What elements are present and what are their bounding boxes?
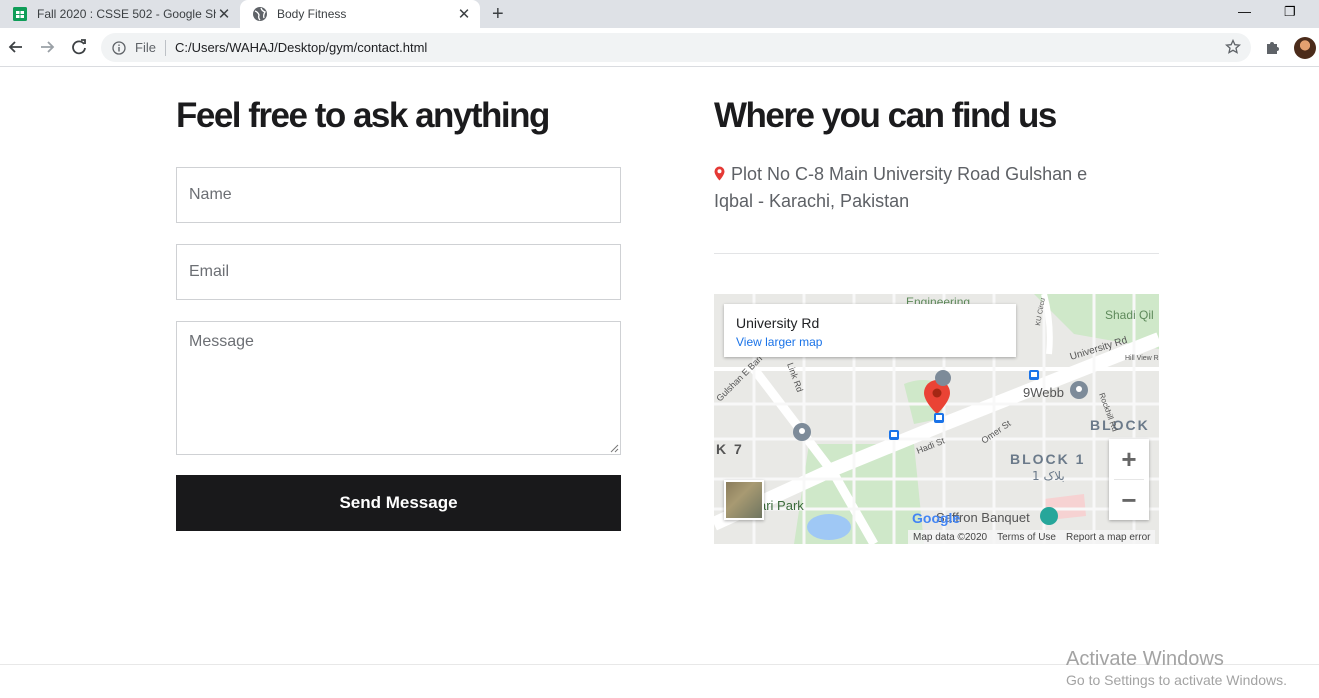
sheets-icon xyxy=(13,7,27,21)
tab-title: Body Fitness xyxy=(277,7,347,21)
tab-body-fitness[interactable]: Body Fitness ✕ xyxy=(240,0,480,28)
location-heading: Where you can find us xyxy=(714,96,1057,135)
info-icon[interactable] xyxy=(112,40,126,55)
resize-grip-icon[interactable] xyxy=(610,444,619,453)
map-data-label: Map data ©2020 xyxy=(913,531,988,543)
google-logo: Google xyxy=(912,510,961,526)
address-block: Plot No C-8 Main University Road Gulshan… xyxy=(714,161,1114,215)
svg-text:BLOCK: BLOCK xyxy=(1090,417,1150,433)
tab-strip: Fall 2020 : CSSE 502 - Google She ✕ Body… xyxy=(0,0,1319,28)
view-larger-map-link[interactable]: View larger map xyxy=(736,335,1004,349)
email-placeholder: Email xyxy=(189,263,230,280)
extensions-puzzle-icon[interactable] xyxy=(1264,38,1282,56)
map-zoom-controls: + − xyxy=(1109,439,1149,520)
zoom-in-button[interactable]: + xyxy=(1109,439,1149,479)
divider xyxy=(714,253,1159,254)
activate-windows-title: Activate Windows xyxy=(1066,648,1224,670)
name-placeholder: Name xyxy=(189,186,232,203)
email-input[interactable]: Email xyxy=(176,244,621,300)
map-place-title: University Rd xyxy=(736,315,820,331)
browser-toolbar: File C:/Users/WAHAJ/Desktop/gym/contact.… xyxy=(0,28,1319,67)
svg-text:بلاک 1: بلاک 1 xyxy=(1032,469,1065,483)
svg-text:ari Park: ari Park xyxy=(759,498,804,513)
embedded-map[interactable]: Engineering University Rd 9Webb BLOCK BL… xyxy=(714,294,1159,544)
profile-avatar[interactable] xyxy=(1294,37,1316,59)
name-input[interactable]: Name xyxy=(176,167,621,223)
activate-windows-subtitle: Go to Settings to activate Windows. xyxy=(1066,672,1287,688)
minimize-icon[interactable]: — xyxy=(1238,4,1251,19)
address-bar[interactable]: File C:/Users/WAHAJ/Desktop/gym/contact.… xyxy=(101,33,1251,62)
close-icon[interactable]: ✕ xyxy=(216,5,232,23)
globe-icon xyxy=(253,7,267,21)
terms-of-use-link[interactable]: Terms of Use xyxy=(992,532,1061,543)
message-textarea[interactable]: Message xyxy=(176,321,621,455)
message-placeholder: Message xyxy=(189,333,254,350)
svg-text:BLOCK 1: BLOCK 1 xyxy=(1010,451,1085,467)
contact-heading: Feel free to ask anything xyxy=(176,96,550,135)
svg-text:Hill View R: Hill View R xyxy=(1125,355,1159,362)
map-info-card: University Rd View larger map xyxy=(724,304,1016,357)
tab-title: Fall 2020 : CSSE 502 - Google She xyxy=(37,7,216,21)
restore-icon[interactable]: ❐ xyxy=(1284,4,1296,20)
zoom-out-button[interactable]: − xyxy=(1109,480,1149,520)
separator xyxy=(164,39,166,56)
reload-icon[interactable] xyxy=(68,36,90,58)
map-marker-icon xyxy=(714,166,725,181)
forward-icon[interactable] xyxy=(36,36,58,58)
new-tab-button[interactable]: + xyxy=(492,3,504,26)
report-map-error-link[interactable]: Report a map error xyxy=(1061,532,1155,543)
send-message-button[interactable]: Send Message xyxy=(176,475,621,531)
bookmark-star-icon[interactable] xyxy=(1225,39,1241,55)
url-text[interactable]: C:/Users/WAHAJ/Desktop/gym/contact.html xyxy=(175,40,427,55)
close-icon[interactable]: ✕ xyxy=(456,5,472,23)
svg-text:9Webb: 9Webb xyxy=(1023,385,1064,400)
satellite-toggle-button[interactable] xyxy=(724,480,764,520)
map-footer: Map data ©2020 Terms of Use Report a map… xyxy=(908,530,1156,544)
back-icon[interactable] xyxy=(5,36,27,58)
address-text: Plot No C-8 Main University Road Gulshan… xyxy=(714,164,1088,211)
svg-text:K 7: K 7 xyxy=(716,441,744,457)
scheme-label: File xyxy=(135,40,156,55)
tab-google-sheets[interactable]: Fall 2020 : CSSE 502 - Google She ✕ xyxy=(0,0,240,28)
svg-text:Shadi Qil: Shadi Qil xyxy=(1105,308,1154,322)
